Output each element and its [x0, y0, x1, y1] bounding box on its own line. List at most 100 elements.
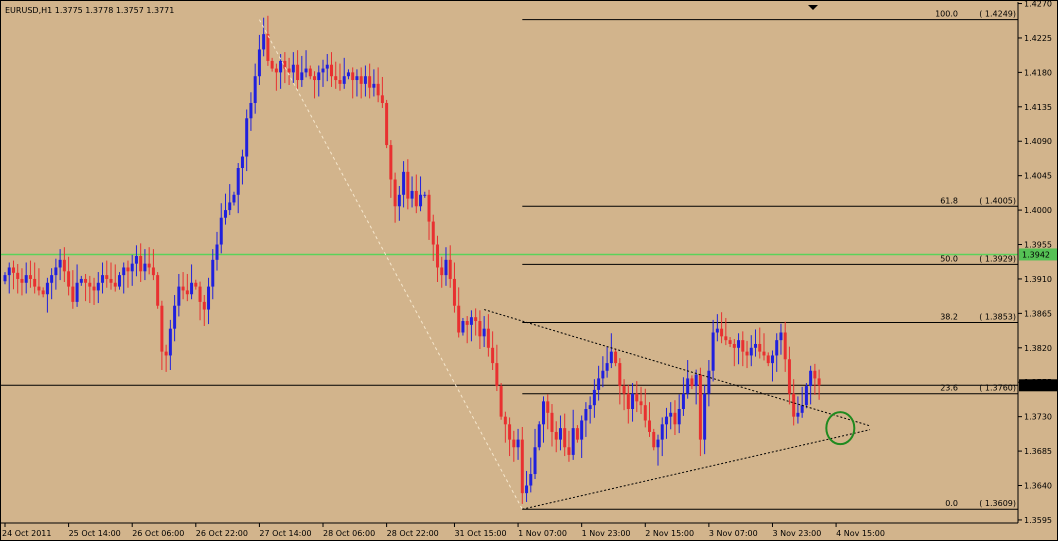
candle-body — [359, 76, 363, 84]
candle-body — [67, 271, 71, 287]
candle-body — [533, 447, 537, 475]
fib-level-label: 38.2 — [940, 313, 958, 322]
candle — [537, 421, 541, 451]
candle-body — [211, 259, 215, 287]
candle-body — [334, 76, 338, 81]
candle-body — [508, 424, 512, 440]
candle-body — [631, 393, 635, 410]
y-tick-label: 1.3910 — [1024, 275, 1052, 284]
candle-body — [444, 259, 448, 276]
candle-body — [198, 286, 202, 302]
fib-level-price: ( 1.3929) — [979, 254, 1016, 263]
candle-body — [423, 194, 427, 196]
candle-body — [436, 244, 439, 268]
x-tick-label: 28 Oct 22:00 — [387, 529, 439, 538]
candle-body — [639, 401, 643, 406]
x-tick-label: 2 Nov 15:00 — [645, 529, 694, 538]
candle-body — [622, 386, 626, 394]
y-tick-label: 1.3820 — [1024, 344, 1052, 353]
candle-body — [79, 278, 83, 283]
candle-body — [558, 428, 562, 440]
candle-body — [758, 343, 762, 352]
x-tick-label: 3 Nov 07:00 — [709, 529, 758, 538]
candle-body — [304, 68, 308, 73]
candle-body — [194, 282, 198, 287]
candle — [804, 382, 808, 409]
candle — [499, 382, 503, 420]
candle-body — [308, 68, 312, 77]
candle-body — [50, 275, 54, 283]
candle-body — [809, 370, 813, 387]
candle-body — [546, 401, 550, 413]
candle-body — [130, 263, 134, 272]
candle-body — [342, 76, 346, 84]
candle-body — [512, 439, 516, 448]
y-tick-label: 1.4180 — [1024, 68, 1052, 77]
candle-body — [20, 278, 24, 283]
x-tick-label: 26 Oct 06:00 — [132, 529, 184, 538]
candle-body — [313, 76, 317, 81]
candle-body — [635, 393, 639, 402]
y-tick-label: 1.3685 — [1024, 447, 1052, 456]
candle-body — [711, 332, 715, 371]
candle-body — [75, 282, 79, 302]
candle-body — [62, 259, 66, 272]
candle-body — [516, 439, 520, 448]
candle-body — [257, 49, 261, 77]
candle-body — [92, 286, 96, 291]
candle-body — [575, 428, 579, 440]
candle-body — [673, 412, 677, 425]
candle-body — [775, 340, 779, 356]
candle-body — [363, 76, 367, 84]
candle-body — [185, 290, 189, 295]
candle-body — [291, 64, 295, 73]
candle-body — [101, 275, 105, 283]
candle-body — [741, 340, 745, 352]
candle-body — [427, 194, 431, 222]
candle-body — [724, 336, 728, 341]
candle-body — [321, 68, 325, 73]
candle-body — [792, 393, 796, 417]
candle-body — [686, 378, 690, 394]
x-tick-label: 24 Oct 2011 — [2, 529, 51, 538]
candle-body — [380, 95, 384, 103]
candle-body — [609, 351, 613, 364]
candle-body — [376, 83, 380, 96]
candle-body — [643, 405, 647, 421]
candle-body — [563, 428, 567, 448]
candle-body — [465, 321, 469, 325]
candle-body — [537, 424, 541, 448]
candle-body — [567, 447, 571, 455]
candle-body — [669, 412, 673, 417]
y-tick-label: 1.4135 — [1024, 103, 1052, 112]
candle-body — [410, 190, 414, 199]
candle-body — [164, 351, 168, 356]
candle-body — [329, 64, 333, 77]
candle-body — [406, 171, 410, 199]
candlestick-chart[interactable]: 100.0 ( 1.4249) 61.8 ( 1.4005) 50.0 ( 1.3929)… — [0, 0, 1058, 541]
candle-body — [7, 267, 11, 276]
candle-body — [279, 60, 283, 73]
candle-body — [253, 76, 257, 103]
candle-body — [143, 263, 147, 272]
y-tick-label: 1.4045 — [1024, 172, 1052, 181]
candle-body — [11, 267, 15, 273]
candle-body — [262, 34, 266, 50]
candle-body — [491, 347, 495, 364]
candle-body — [779, 332, 783, 341]
chart-window[interactable]: 100.0 ( 1.4249) 61.8 ( 1.4005) 50.0 ( 1.3929)… — [0, 0, 1058, 541]
candle-body — [550, 412, 554, 432]
candle-body — [88, 282, 92, 287]
fib-level-label: 50.0 — [940, 254, 958, 263]
candle-body — [525, 485, 529, 494]
current-price-tag: 1.3771 — [1019, 379, 1057, 392]
x-tick-label: 1 Nov 07:00 — [518, 529, 567, 538]
fib-level-label: 61.8 — [940, 196, 958, 205]
x-tick-label: 28 Oct 06:00 — [323, 529, 375, 538]
candle-body — [584, 409, 588, 421]
candle-body — [448, 259, 452, 279]
candle-body — [160, 305, 164, 352]
candle-body — [796, 412, 800, 417]
candle-body — [215, 244, 219, 260]
candle-body — [249, 102, 253, 119]
